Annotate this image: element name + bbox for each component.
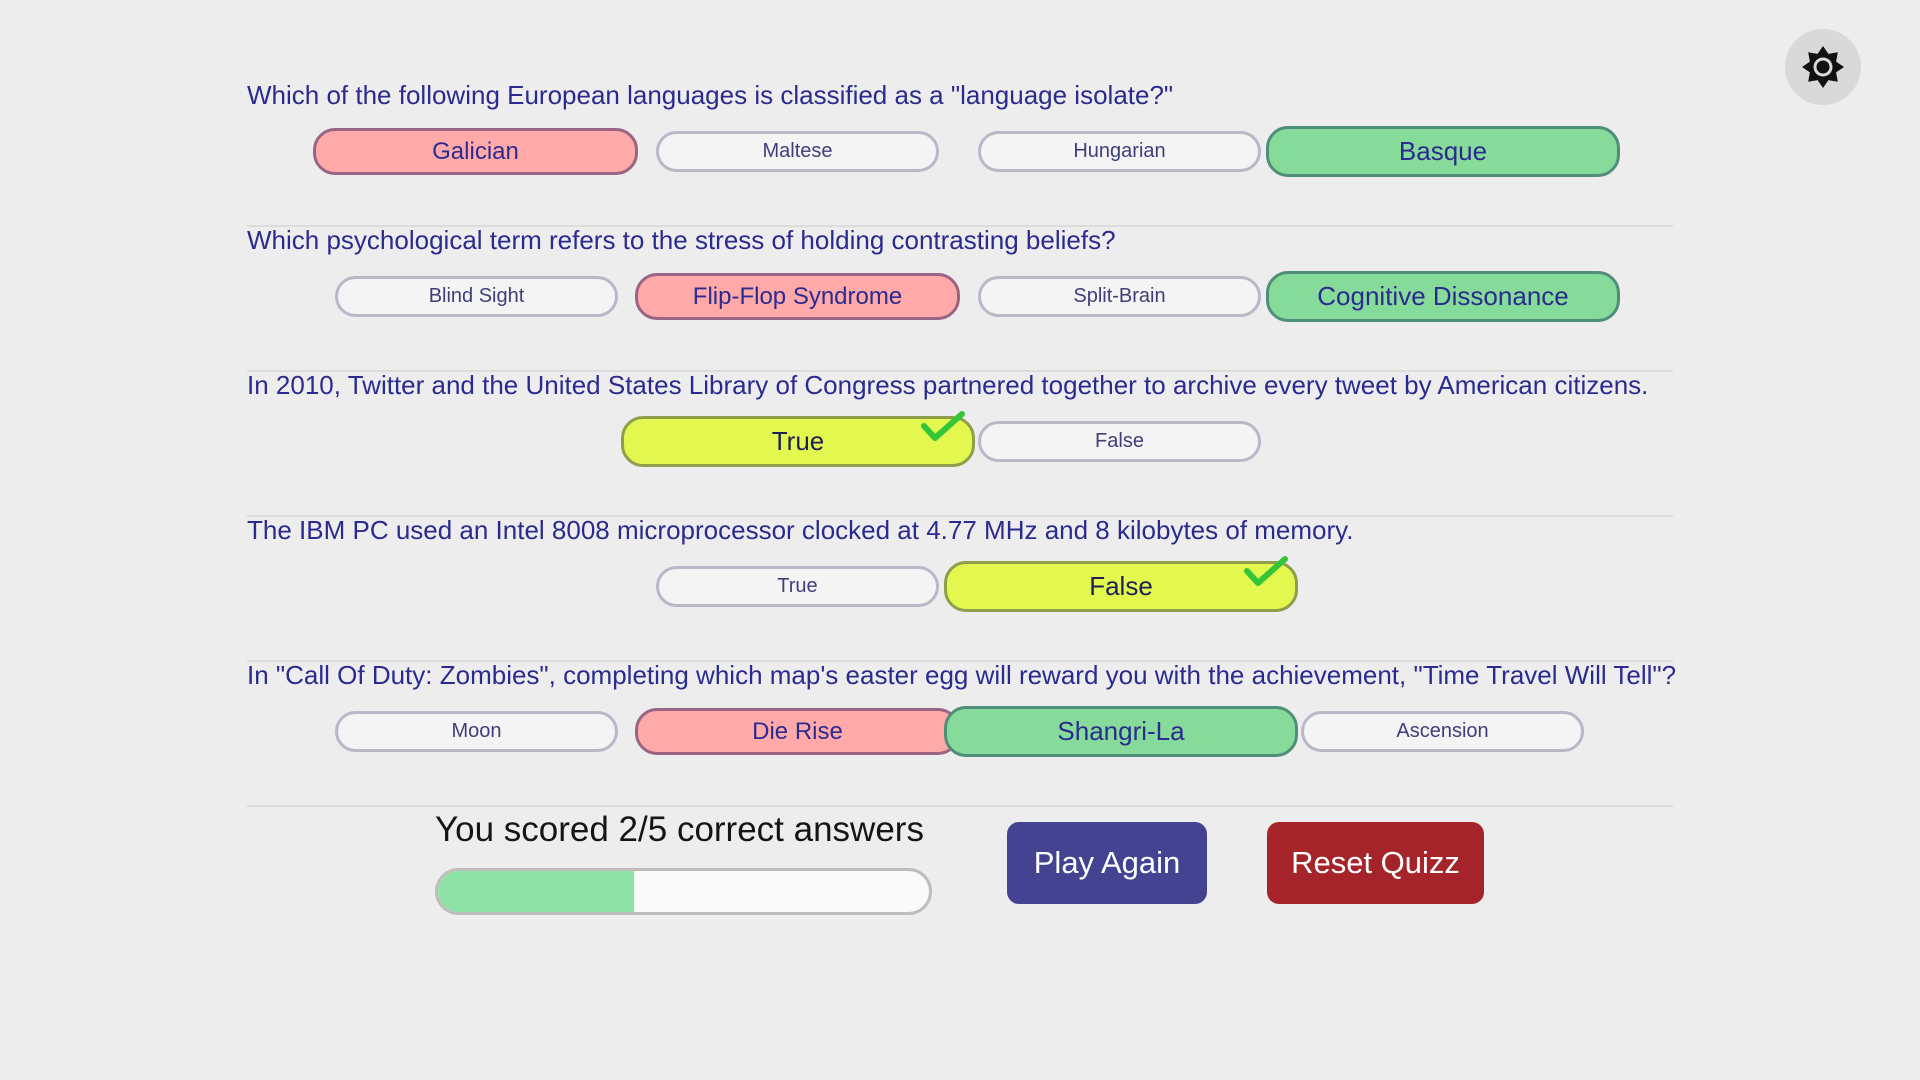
answer-label: Cognitive Dissonance xyxy=(1317,281,1569,311)
answer-label: Flip-Flop Syndrome xyxy=(692,282,903,310)
quiz-results-page: Which of the following European language… xyxy=(0,0,1920,1080)
score-text: You scored 2/5 correct answers xyxy=(435,810,924,849)
answer-blind-sight[interactable]: Blind Sight xyxy=(335,276,618,317)
question-text: Which psychological term refers to the s… xyxy=(247,225,1116,255)
answer-false[interactable]: False xyxy=(978,421,1261,462)
question-text: In "Call Of Duty: Zombies", completing w… xyxy=(247,660,1677,690)
question-text: The IBM PC used an Intel 8008 microproce… xyxy=(247,515,1354,545)
question-1: Which of the following European language… xyxy=(247,80,1673,227)
play-again-button[interactable]: Play Again xyxy=(1007,822,1207,904)
answer-label: Basque xyxy=(1398,136,1488,166)
answer-die-rise[interactable]: Die Rise xyxy=(635,708,960,755)
answer-label: True xyxy=(771,426,825,456)
answer-basque[interactable]: Basque xyxy=(1266,126,1620,177)
question-5: In "Call Of Duty: Zombies", completing w… xyxy=(247,660,1677,807)
reset-quiz-button[interactable]: Reset Quizz xyxy=(1267,822,1484,904)
answer-label: False xyxy=(1095,430,1144,452)
answer-flip-flop-syndrome[interactable]: Flip-Flop Syndrome xyxy=(635,273,960,320)
answer-split-brain[interactable]: Split-Brain xyxy=(978,276,1261,317)
answer-label: Blind Sight xyxy=(428,285,525,307)
answer-label: True xyxy=(777,575,818,597)
answer-label: Galician xyxy=(432,137,519,165)
question-text: In 2010, Twitter and the United States L… xyxy=(247,370,1649,400)
answer-galician[interactable]: Galician xyxy=(313,128,638,175)
answer-label: False xyxy=(1089,571,1153,601)
answer-maltese[interactable]: Maltese xyxy=(656,131,939,172)
answer-cognitive-dissonance[interactable]: Cognitive Dissonance xyxy=(1266,271,1620,322)
answer-label: Split-Brain xyxy=(1073,285,1166,307)
question-3: In 2010, Twitter and the United States L… xyxy=(247,370,1673,517)
answer-ascension[interactable]: Ascension xyxy=(1301,711,1584,752)
settings-button[interactable] xyxy=(1785,29,1861,105)
question-2: Which psychological term refers to the s… xyxy=(247,225,1673,372)
question-text: Which of the following European language… xyxy=(247,80,1174,110)
answer-label: Maltese xyxy=(762,140,833,162)
answer-label: Shangri-La xyxy=(1057,716,1185,746)
answer-shangri-la[interactable]: Shangri-La xyxy=(944,706,1298,757)
answer-label: Hungarian xyxy=(1073,140,1166,162)
answer-hungarian[interactable]: Hungarian xyxy=(978,131,1261,172)
gear-icon xyxy=(1802,46,1844,88)
answer-moon[interactable]: Moon xyxy=(335,711,618,752)
answer-label: Ascension xyxy=(1396,720,1489,742)
score-progress-bar xyxy=(435,868,932,915)
answer-label: Die Rise xyxy=(752,717,843,745)
answer-false[interactable]: False xyxy=(944,561,1298,612)
score-progress-fill xyxy=(438,871,635,912)
question-4: The IBM PC used an Intel 8008 microproce… xyxy=(247,515,1673,662)
answer-true[interactable]: True xyxy=(621,416,975,467)
answer-true[interactable]: True xyxy=(656,566,939,607)
answer-label: Moon xyxy=(451,720,502,742)
